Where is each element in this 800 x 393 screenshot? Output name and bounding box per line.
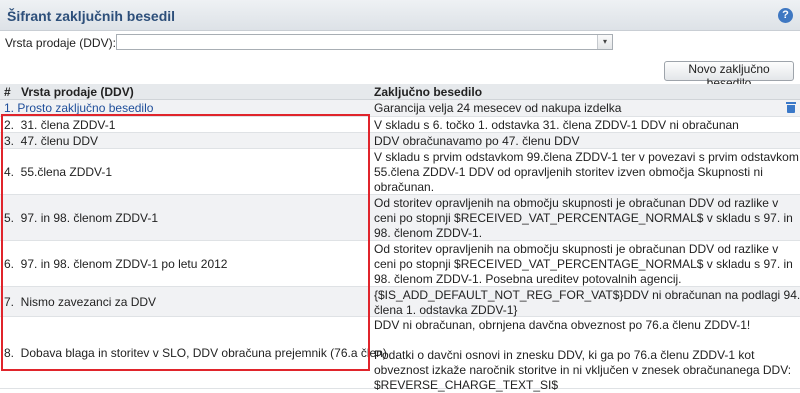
closing-text-cell: Od storitev opravljenih na območju skupn… — [374, 196, 793, 241]
page-title: Šifrant zaključnih besedil — [7, 8, 176, 24]
sale-type-label: 4. 55.člena ZDDV-1 — [4, 164, 113, 179]
closing-text-cell: DDV ni obračunan, obrnjena davčna obvezn… — [374, 318, 792, 393]
sale-type-label: 2. 31. člena ZDDV-1 — [4, 117, 116, 132]
column-header-closing-text[interactable]: Zaključno besedilo — [374, 85, 482, 99]
closing-text-line: člena 1. odstavka ZDDV-1} — [374, 303, 518, 317]
closing-text-line: $REVERSE_CHARGE_TEXT_SI$ — [374, 378, 559, 392]
sale-type-label: 3. 47. členu DDV — [4, 133, 99, 148]
sale-type-label: 7. Nismo zavezanci za DDV — [4, 294, 157, 309]
table-header: # Vrsta prodaje (DDV) Zaključno besedilo — [0, 84, 800, 100]
chevron-down-icon[interactable]: ▾ — [597, 35, 612, 49]
closing-text-cell: Garancija velja 24 mesecev od nakupa izd… — [374, 101, 782, 116]
closing-text-cell: V skladu s 6. točko 1. odstavka 31. člen… — [374, 118, 782, 133]
table-row[interactable]: 1. Prosto zaključno besedilo Garancija ve… — [0, 100, 800, 117]
closing-text-line: 98. členom ZDDV-1. Posebna ureditev poto… — [374, 272, 682, 286]
closing-text-line: 98. členom ZDDV-1. — [374, 226, 483, 240]
table-row[interactable]: 3. 47. členu DDV DDV obračunavamo po 47. … — [0, 133, 800, 149]
sale-type-cell: 6. 97. in 98. členom ZDDV-1 po letu 2012 — [4, 241, 366, 286]
sale-type-filter-label: Vrsta prodaje (DDV): — [5, 36, 116, 50]
closing-text-line — [374, 333, 782, 348]
column-header-index: # — [4, 85, 11, 99]
table-row[interactable]: 6. 97. in 98. členom ZDDV-1 po letu 2012… — [0, 241, 800, 287]
closing-text-line: Od storitev opravljenih na območju skupn… — [374, 242, 779, 256]
closing-text-cell: DDV obračunavamo po 47. členu DDV — [374, 134, 782, 149]
sale-type-cell: 2. 31. člena ZDDV-1 — [4, 117, 366, 132]
closing-text-line: ceni po stopnji $RECEIVED_VAT_PERCENTAGE… — [374, 257, 793, 271]
closing-text-line: Garancija velja 24 mesecev od nakupa izd… — [374, 101, 622, 115]
sale-type-select[interactable]: ▾ — [116, 34, 613, 50]
title-bar: Šifrant zaključnih besedil ? — [0, 0, 800, 31]
closing-text-line: obračunan. — [374, 180, 435, 194]
closing-text-cell: {$IS_ADD_DEFAULT_NOT_REG_FOR_VAT$}DDV ni… — [374, 288, 800, 318]
table-row[interactable]: 8. Dobava blaga in storitev v SLO, DDV o… — [0, 317, 800, 392]
closing-text-line: DDV obračunavamo po 47. členu DDV — [374, 134, 580, 148]
column-header-sale-type[interactable]: Vrsta prodaje (DDV) — [21, 85, 134, 99]
trash-icon[interactable] — [786, 102, 796, 113]
closing-text-line: V skladu s 6. točko 1. odstavka 31. člen… — [374, 118, 739, 132]
sale-type-cell: 4. 55.člena ZDDV-1 — [4, 149, 366, 194]
closing-text-line: obveznost izkaže naročnik storitve in ni… — [374, 363, 792, 377]
sale-type-label: 6. 97. in 98. členom ZDDV-1 po letu 2012 — [4, 256, 228, 271]
sale-type-cell: 1. Prosto zaključno besedilo — [4, 100, 366, 116]
sale-type-cell: 7. Nismo zavezanci za DDV — [4, 287, 366, 316]
closing-text-line: {$IS_ADD_DEFAULT_NOT_REG_FOR_VAT$}DDV ni… — [374, 288, 800, 302]
sale-type-cell: 3. 47. členu DDV — [4, 133, 366, 148]
table-row[interactable]: 5. 97. in 98. členom ZDDV-1 Od storitev o… — [0, 195, 800, 241]
sale-type-label: 5. 97. in 98. členom ZDDV-1 — [4, 210, 159, 225]
table-row[interactable]: 2. 31. člena ZDDV-1 V skladu s 6. točko 1… — [0, 117, 800, 133]
closing-text-line: Od storitev opravljenih na območju skupn… — [374, 196, 779, 210]
sale-type-cell: 8. Dobava blaga in storitev v SLO, DDV o… — [4, 317, 387, 388]
sale-type-link[interactable]: 1. Prosto zaključno besedilo — [4, 101, 153, 115]
closing-text-line: V skladu s prvim odstavkom 99.člena ZDDV… — [374, 150, 799, 164]
new-closing-text-button[interactable]: Novo zaključno besedilo — [664, 61, 794, 90]
sale-type-label: 8. Dobava blaga in storitev v SLO, DDV o… — [4, 345, 387, 360]
closing-text-cell: Od storitev opravljenih na območju skupn… — [374, 242, 793, 287]
help-icon[interactable]: ? — [778, 8, 793, 23]
table-row[interactable]: 7. Nismo zavezanci za DDV {$IS_ADD_DEFAUL… — [0, 287, 800, 317]
closing-text-line: DDV ni obračunan, obrnjena davčna obvezn… — [374, 318, 751, 332]
sale-type-cell: 5. 97. in 98. členom ZDDV-1 — [4, 195, 366, 240]
closing-text-line: Podatki o davčni osnovi in znesku DDV, k… — [374, 348, 755, 362]
closing-text-line: ceni po stopnji $RECEIVED_VAT_PERCENTAGE… — [374, 211, 793, 225]
closing-text-cell: V skladu s prvim odstavkom 99.člena ZDDV… — [374, 150, 799, 195]
table-row[interactable]: 4. 55.člena ZDDV-1 V skladu s prvim odsta… — [0, 149, 800, 195]
closing-text-line: 55.člena ZDDV-1 DDV od opravljenih stori… — [374, 165, 763, 179]
